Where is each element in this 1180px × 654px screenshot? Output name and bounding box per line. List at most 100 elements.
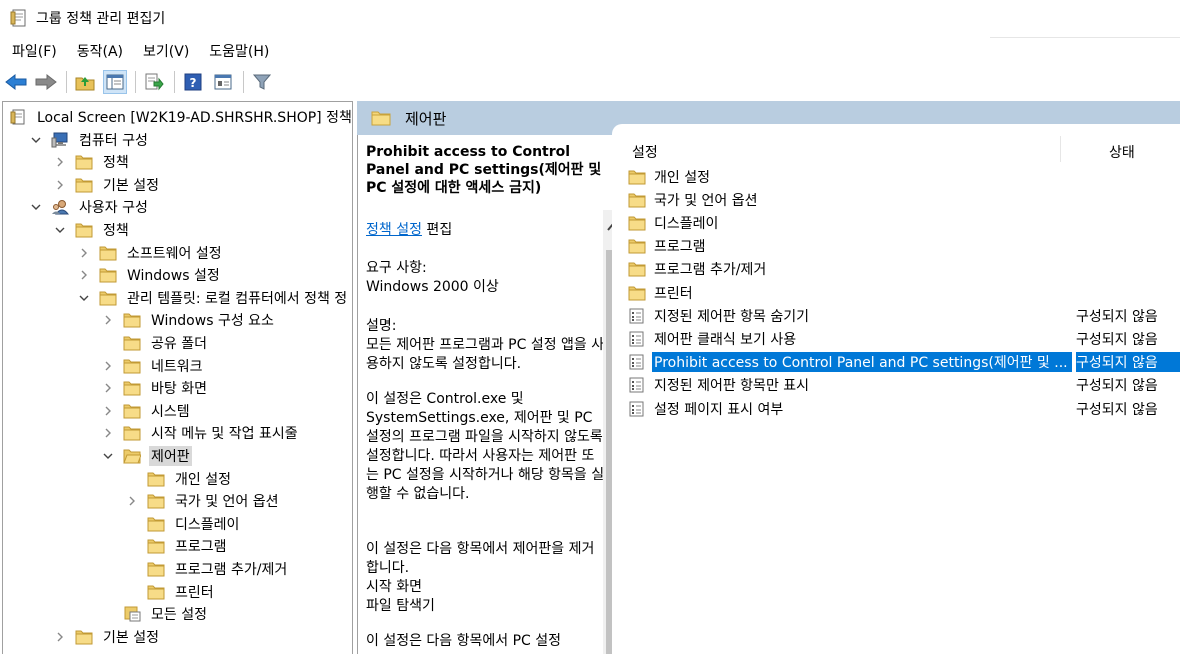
tree-item[interactable]: 모든 설정 (101, 603, 209, 625)
tree-item[interactable]: Windows 설정 (77, 264, 222, 286)
svg-text:?: ? (190, 76, 197, 90)
chevron-right-icon[interactable] (77, 268, 91, 282)
filter-button[interactable] (250, 70, 274, 94)
tree-item-label: 기본 설정 (103, 177, 159, 194)
tree-item-label: 시스템 (151, 403, 190, 420)
chevron-right-icon[interactable] (101, 313, 115, 327)
folder-icon (99, 267, 117, 283)
list-item[interactable]: 프린터 (628, 281, 1180, 304)
description-paragraph-1: 이 설정은 Control.exe 및 SystemSettings.exe, … (366, 391, 605, 502)
chevron-right-icon[interactable] (101, 426, 115, 440)
tree-item-label: 정책 (103, 223, 129, 239)
list-item[interactable]: Prohibit access to Control Panel and PC … (628, 351, 1180, 374)
list-item[interactable]: 디스플레이 (628, 211, 1180, 234)
description-paragraph-3: 이 설정은 다음 항목에서 PC 설정 (366, 633, 562, 649)
tree-item[interactable]: 디스플레이 (125, 513, 241, 535)
tree-item[interactable]: 정책 (53, 219, 131, 241)
chevron-down-icon[interactable] (29, 133, 43, 147)
tree-item-label: 개인 설정 (175, 471, 231, 488)
help-icon: ? (184, 73, 202, 91)
column-header-state[interactable]: 상태 (1109, 142, 1135, 162)
list-item-name: 국가 및 언어 옵션 (654, 192, 758, 209)
tree-item[interactable]: 프린터 (125, 581, 216, 603)
list-item[interactable]: 설정 페이지 표시 여부 구성되지 않음 (628, 397, 1180, 420)
tree-pane[interactable]: Local Screen [W2K19-AD.SHRSHR.SHOP] 정책컴퓨… (2, 101, 353, 654)
up-one-level-button[interactable] (73, 70, 97, 94)
column-divider[interactable] (1060, 136, 1061, 162)
menu-action[interactable]: 동작(A) (69, 41, 131, 61)
chevron-right-icon[interactable] (53, 630, 67, 644)
chevron-down-icon[interactable] (101, 449, 115, 463)
properties-button[interactable] (211, 70, 235, 94)
tree-item[interactable]: 공유 폴더 (101, 332, 209, 354)
list-item[interactable]: 개인 설정 (628, 165, 1180, 188)
folder-icon (628, 169, 646, 185)
list-item-state: 구성되지 않음 (1076, 378, 1158, 395)
tree-item-label: 네트워크 (151, 358, 203, 375)
tree-item[interactable]: 제어판 (101, 445, 192, 467)
help-button[interactable]: ? (181, 70, 205, 94)
toolbar-separator (243, 71, 244, 93)
chevron-right-icon[interactable] (101, 404, 115, 418)
chevron-right-icon[interactable] (77, 246, 91, 260)
tree-item[interactable]: 바탕 화면 (101, 377, 209, 399)
up-folder-icon (75, 77, 95, 91)
tree-item[interactable]: 소프트웨어 설정 (77, 242, 224, 264)
folder-icon (123, 403, 141, 419)
show-hide-tree-button[interactable] (103, 70, 127, 94)
chevron-down-icon[interactable] (29, 200, 43, 214)
list-item[interactable]: 프로그램 추가/제거 (628, 258, 1180, 281)
tree-item-label: 바탕 화면 (151, 381, 207, 398)
chevron-down-icon[interactable] (77, 291, 91, 305)
tree-item[interactable]: 관리 템플릿: 로컬 컴퓨터에서 정책 정 (77, 287, 349, 309)
tree-item[interactable]: 프로그램 (125, 535, 229, 557)
folder-icon (123, 335, 141, 351)
export-list-button[interactable] (142, 70, 166, 94)
menu-view[interactable]: 보기(V) (135, 41, 197, 61)
tree-item[interactable]: 컴퓨터 구성 (29, 129, 150, 151)
tree-item[interactable]: 기본 설정 (53, 174, 161, 196)
back-button[interactable] (4, 70, 28, 94)
forward-button[interactable] (34, 70, 58, 94)
description-pane: Prohibit access to Control Panel and PC … (357, 135, 605, 654)
column-header-setting[interactable]: 설정 (632, 142, 658, 162)
tree-item[interactable]: 정책 (53, 151, 131, 173)
tree-item[interactable]: 네트워크 (101, 355, 205, 377)
tree-item[interactable]: 프로그램 추가/제거 (125, 558, 289, 580)
chevron-right-icon[interactable] (53, 155, 67, 169)
computer-icon (51, 132, 69, 148)
list-item[interactable]: 프로그램 (628, 235, 1180, 258)
folder-icon (147, 493, 165, 509)
chevron-right-icon[interactable] (101, 359, 115, 373)
list-item[interactable]: 지정된 제어판 항목만 표시 구성되지 않음 (628, 374, 1180, 397)
tree-item[interactable]: 시스템 (101, 400, 192, 422)
tree-item[interactable]: 시작 메뉴 및 작업 표시줄 (101, 422, 300, 444)
folder-icon (628, 238, 646, 254)
folder-icon (628, 285, 646, 301)
policy-setting-icon (628, 308, 646, 324)
tree-item-label: 컴퓨터 구성 (79, 132, 148, 149)
list-item[interactable]: 제어판 클래식 보기 사용 구성되지 않음 (628, 327, 1180, 350)
menu-help[interactable]: 도움말(H) (201, 41, 277, 61)
policy-settings-link[interactable]: 정책 설정 (366, 222, 422, 238)
tree-item[interactable]: Windows 구성 요소 (101, 309, 276, 331)
chevron-right-icon[interactable] (53, 178, 67, 192)
folder-icon (75, 629, 93, 645)
chevron-right-icon[interactable] (101, 381, 115, 395)
chevron-down-icon[interactable] (53, 223, 67, 237)
description-paragraph-2: 이 설정은 다음 항목에서 제어판을 제거합니다. 시작 화면 파일 탐색기 (366, 541, 595, 614)
tree-item[interactable]: 개인 설정 (125, 468, 233, 490)
menu-file[interactable]: 파일(F) (4, 41, 65, 61)
tree-item[interactable]: 사용자 구성 (29, 196, 150, 218)
tree-item[interactable]: 국가 및 언어 옵션 (125, 490, 281, 512)
gpedit-app-icon (10, 9, 26, 27)
tree-item[interactable]: Local Screen [W2K19-AD.SHRSHR.SHOP] 정책 (9, 106, 352, 128)
tree-item[interactable]: 기본 설정 (53, 626, 161, 648)
list-item[interactable]: 지정된 제어판 항목 숨기기 구성되지 않음 (628, 304, 1180, 327)
chevron-right-icon[interactable] (125, 494, 139, 508)
list-item[interactable]: 국가 및 언어 옵션 (628, 188, 1180, 211)
policy-setting-icon (628, 354, 646, 370)
folder-icon (123, 358, 141, 374)
